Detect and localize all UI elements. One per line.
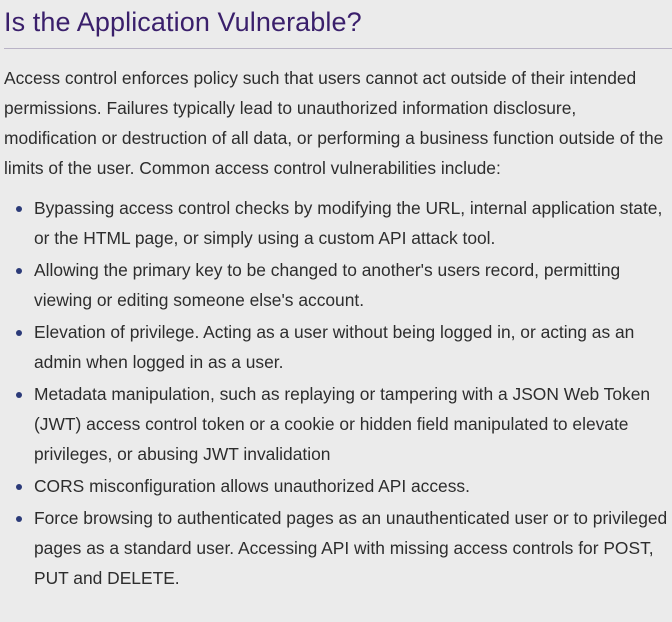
heading-divider	[4, 48, 672, 49]
section-heading: Is the Application Vulnerable?	[4, 7, 362, 37]
list-item: Elevation of privilege. Acting as a user…	[4, 317, 672, 377]
bullet-icon	[16, 516, 22, 522]
list-item: Bypassing access control checks by modif…	[4, 193, 672, 253]
bullet-icon	[16, 330, 22, 336]
bullet-icon	[16, 206, 22, 212]
list-item: Allowing the primary key to be changed t…	[4, 255, 672, 315]
list-item: Metadata manipulation, such as replaying…	[4, 379, 672, 469]
list-item: CORS misconfiguration allows unauthorize…	[4, 471, 672, 501]
list-item-text: Allowing the primary key to be changed t…	[34, 260, 621, 310]
list-item-text: Elevation of privilege. Acting as a user…	[34, 322, 635, 372]
vulnerability-list: Bypassing access control checks by modif…	[4, 193, 672, 593]
bullet-icon	[16, 268, 22, 274]
bullet-icon	[16, 392, 22, 398]
intro-paragraph: Access control enforces policy such that…	[4, 68, 664, 178]
document-page: Is the Application Vulnerable? Access co…	[0, 0, 672, 622]
list-item-text: Metadata manipulation, such as replaying…	[34, 384, 651, 464]
list-item-text: Force browsing to authenticated pages as…	[34, 508, 668, 588]
list-item-text: CORS misconfiguration allows unauthorize…	[34, 476, 470, 496]
bullet-icon	[16, 484, 22, 490]
list-item-text: Bypassing access control checks by modif…	[34, 198, 663, 248]
list-item: Force browsing to authenticated pages as…	[4, 503, 672, 593]
